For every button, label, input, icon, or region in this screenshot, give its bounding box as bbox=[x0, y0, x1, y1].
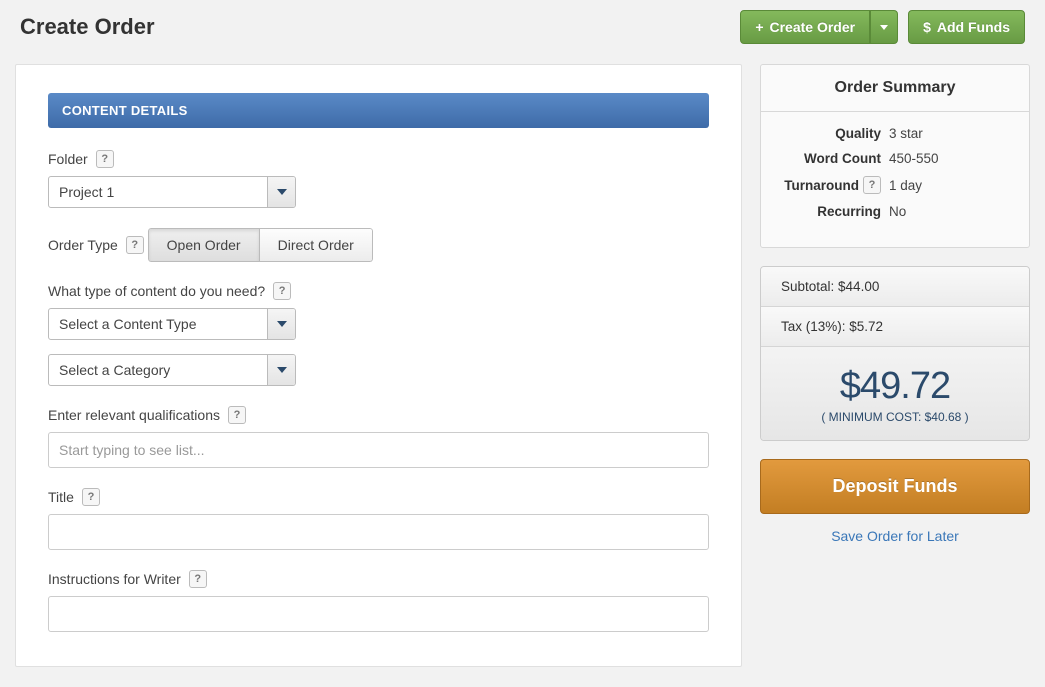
field-title: Title ? bbox=[48, 488, 709, 550]
chevron-down-icon bbox=[277, 367, 287, 373]
help-icon[interactable]: ? bbox=[273, 282, 291, 300]
qualifications-input[interactable] bbox=[48, 432, 709, 468]
category-select-caret[interactable] bbox=[267, 355, 295, 385]
add-funds-button[interactable]: $ Add Funds bbox=[908, 10, 1025, 44]
field-folder: Folder ? Project 1 bbox=[48, 150, 709, 208]
save-order-link[interactable]: Save Order for Later bbox=[760, 528, 1030, 544]
category-select[interactable]: Select a Category bbox=[48, 354, 296, 386]
help-icon[interactable]: ? bbox=[228, 406, 246, 424]
folder-select-caret[interactable] bbox=[267, 177, 295, 207]
cost-total: $49.72 ( MINIMUM COST: $40.68 ) bbox=[761, 347, 1029, 440]
section-header-content-details: CONTENT DETAILS bbox=[48, 93, 709, 128]
recurring-value: No bbox=[889, 204, 906, 219]
word-count-value: 450-550 bbox=[889, 151, 939, 166]
word-count-label: Word Count bbox=[804, 151, 881, 166]
open-order-button[interactable]: Open Order bbox=[148, 228, 260, 262]
summary-row-turnaround: Turnaround ? 1 day bbox=[777, 176, 1013, 194]
create-order-button[interactable]: + Create Order bbox=[740, 10, 870, 44]
help-icon[interactable]: ? bbox=[126, 236, 144, 254]
tax-row: Tax (13%): $5.72 bbox=[761, 307, 1029, 347]
turnaround-label: Turnaround bbox=[784, 178, 859, 193]
chevron-down-icon bbox=[277, 189, 287, 195]
create-order-split-button: + Create Order bbox=[740, 10, 898, 44]
plus-icon: + bbox=[755, 19, 763, 35]
quality-label: Quality bbox=[835, 126, 881, 141]
title-input[interactable] bbox=[48, 514, 709, 550]
recurring-label: Recurring bbox=[817, 204, 881, 219]
help-icon[interactable]: ? bbox=[82, 488, 100, 506]
create-order-label: Create Order bbox=[770, 19, 856, 35]
add-funds-label: Add Funds bbox=[937, 19, 1010, 35]
field-order-type: Order Type ? Open Order Direct Order bbox=[48, 228, 709, 262]
help-icon[interactable]: ? bbox=[96, 150, 114, 168]
deposit-funds-button[interactable]: Deposit Funds bbox=[760, 459, 1030, 514]
order-type-label: Order Type bbox=[48, 237, 118, 253]
summary-row-quality: Quality 3 star bbox=[777, 126, 1013, 141]
summary-row-word-count: Word Count 450-550 bbox=[777, 151, 1013, 166]
instructions-input[interactable] bbox=[48, 596, 709, 632]
field-qualifications: Enter relevant qualifications ? bbox=[48, 406, 709, 468]
dollar-icon: $ bbox=[923, 19, 931, 35]
direct-order-button[interactable]: Direct Order bbox=[260, 228, 373, 262]
create-order-dropdown-toggle[interactable] bbox=[870, 10, 898, 44]
total-amount: $49.72 bbox=[771, 365, 1019, 408]
quality-value: 3 star bbox=[889, 126, 923, 141]
content-type-select-value: Select a Content Type bbox=[49, 309, 267, 339]
order-summary-card: Order Summary Quality 3 star Word Count … bbox=[760, 64, 1030, 248]
order-summary-title: Order Summary bbox=[761, 65, 1029, 112]
field-content-type: What type of content do you need? ? Sele… bbox=[48, 282, 709, 386]
field-instructions: Instructions for Writer ? bbox=[48, 570, 709, 632]
help-icon[interactable]: ? bbox=[189, 570, 207, 588]
folder-select[interactable]: Project 1 bbox=[48, 176, 296, 208]
page-title: Create Order bbox=[20, 14, 155, 40]
main-panel: CONTENT DETAILS Folder ? Project 1 Order… bbox=[15, 64, 742, 667]
category-select-value: Select a Category bbox=[49, 355, 267, 385]
content-type-label: What type of content do you need? bbox=[48, 283, 265, 299]
turnaround-value: 1 day bbox=[889, 178, 922, 193]
qualifications-label: Enter relevant qualifications bbox=[48, 407, 220, 423]
header-actions: + Create Order $ Add Funds bbox=[740, 10, 1025, 44]
content-type-select[interactable]: Select a Content Type bbox=[48, 308, 296, 340]
subtotal-row: Subtotal: $44.00 bbox=[761, 267, 1029, 307]
chevron-down-icon bbox=[277, 321, 287, 327]
minimum-cost: ( MINIMUM COST: $40.68 ) bbox=[771, 410, 1019, 424]
title-label: Title bbox=[48, 489, 74, 505]
content-type-select-caret[interactable] bbox=[267, 309, 295, 339]
sidebar: Order Summary Quality 3 star Word Count … bbox=[760, 64, 1030, 667]
folder-select-value: Project 1 bbox=[49, 177, 267, 207]
instructions-label: Instructions for Writer bbox=[48, 571, 181, 587]
summary-row-recurring: Recurring No bbox=[777, 204, 1013, 219]
order-type-toggle: Open Order Direct Order bbox=[148, 228, 373, 262]
folder-label: Folder bbox=[48, 151, 88, 167]
cost-card: Subtotal: $44.00 Tax (13%): $5.72 $49.72… bbox=[760, 266, 1030, 441]
help-icon[interactable]: ? bbox=[863, 176, 881, 194]
chevron-down-icon bbox=[880, 25, 888, 30]
